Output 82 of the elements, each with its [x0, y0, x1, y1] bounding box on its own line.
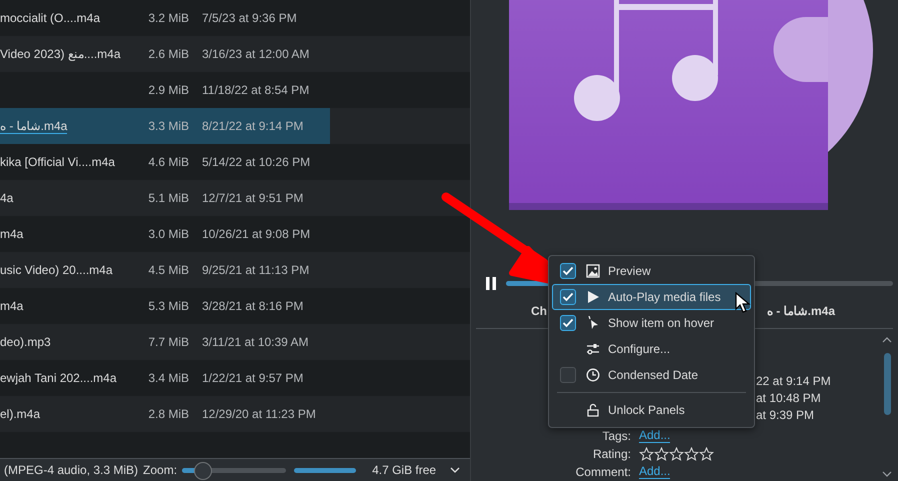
free-space: 4.7 GiB free [372, 463, 436, 477]
file-date: 12/7/21 at 9:51 PM [202, 191, 304, 205]
unlock-icon [586, 403, 600, 417]
date-value: at 10:48 PM [756, 390, 821, 404]
file-date: 5/14/22 at 10:26 PM [202, 155, 310, 169]
mouse-cursor-icon [735, 292, 751, 314]
file-size: 3.4 MiB [147, 371, 189, 385]
zoom-slider[interactable] [182, 462, 286, 478]
file-name: Video 2023) منع....m4a [0, 47, 121, 61]
file-date: 7/5/23 at 9:36 PM [202, 11, 297, 25]
scrollbar[interactable] [881, 337, 893, 477]
date-value: at 9:39 PM [756, 408, 814, 422]
menu-item[interactable]: Unlock Panels [552, 397, 751, 423]
pause-icon[interactable] [485, 276, 497, 290]
file-name: moccialit (O....m4a [0, 11, 100, 25]
file-row[interactable]: 2.9 MiB 11/18/22 at 8:54 PM [0, 72, 330, 108]
star-icon[interactable] [699, 446, 714, 460]
file-title: Ch [531, 304, 547, 318]
file-row[interactable]: moccialit (O....m4a 3.2 MiB 7/5/23 at 9:36 PM [0, 0, 330, 36]
date-value: 22 at 9:14 PM [756, 374, 831, 388]
file-size: 2.8 MiB [147, 407, 189, 421]
menu-item[interactable]: Show item on hover [552, 310, 751, 336]
file-date: 9/25/21 at 11:13 PM [202, 263, 310, 277]
tags-label: Tags: [602, 428, 631, 442]
file-date: 3/28/21 at 8:16 PM [202, 299, 304, 313]
file-size: 3.0 MiB [147, 227, 189, 241]
clock-icon [586, 368, 600, 382]
file-row[interactable]: m4a 5.3 MiB 3/28/21 at 8:16 PM [0, 288, 330, 324]
file-row[interactable]: kika [Official Vi....m4a 4.6 MiB 5/14/22 at 10:26 PM [0, 144, 330, 180]
file-row[interactable]: m4a 3.0 MiB 10/26/21 at 9:08 PM [0, 216, 330, 252]
file-date: 11/18/22 at 8:54 PM [202, 83, 310, 97]
file-name: kika [Official Vi....m4a [0, 155, 115, 169]
file-size: 2.6 MiB [147, 47, 189, 61]
file-name: deo).mp3 [0, 335, 51, 349]
comment-label: Comment: [574, 464, 631, 480]
file-size: 7.7 MiB [147, 335, 189, 349]
checkbox[interactable] [560, 289, 576, 305]
file-name: شاما - ه.m4a [0, 119, 68, 134]
add-comment-link[interactable]: Add... [639, 464, 670, 478]
file-size: 3.3 MiB [147, 119, 189, 133]
checkbox[interactable] [560, 315, 576, 331]
sliders-icon [586, 342, 600, 356]
menu-item[interactable]: Preview [552, 258, 751, 284]
star-icon[interactable] [639, 446, 654, 460]
file-date: 3/16/23 at 12:00 AM [202, 47, 310, 61]
space-bar [294, 468, 356, 472]
file-info: (MPEG-4 audio, 3.3 MiB) [4, 463, 138, 477]
menu-item[interactable]: Auto-Play media files [552, 284, 751, 310]
file-name: 4a [0, 191, 14, 205]
checkbox[interactable] [560, 263, 576, 279]
zoom-label: Zoom: [143, 463, 178, 477]
file-name: m4a [0, 299, 24, 313]
file-size: 3.2 MiB [147, 11, 189, 25]
menu-item[interactable]: Condensed Date [552, 362, 751, 388]
file-date: 10/26/21 at 9:08 PM [202, 227, 310, 241]
file-date: 1/22/21 at 9:57 PM [202, 371, 304, 385]
menu-item[interactable]: Configure... [552, 336, 751, 362]
scroll-up-icon[interactable] [882, 337, 892, 343]
file-size: 4.6 MiB [147, 155, 189, 169]
file-name: el).m4a [0, 407, 40, 421]
file-date: 8/21/22 at 9:14 PM [202, 119, 304, 133]
file-date: 12/29/20 at 11:23 PM [202, 407, 316, 421]
file-title: شاما - ه.m4a [766, 304, 835, 318]
file-size: 5.1 MiB [147, 191, 189, 205]
star-icon[interactable] [684, 446, 699, 460]
star-icon[interactable] [669, 446, 684, 460]
file-size: 2.9 MiB [147, 83, 189, 97]
pointer-icon [586, 316, 600, 330]
play-icon [586, 290, 600, 304]
star-icon[interactable] [654, 446, 669, 460]
scroll-down-icon[interactable] [882, 471, 892, 477]
file-name: m4a [0, 227, 24, 241]
image-icon [586, 264, 600, 278]
file-size: 5.3 MiB [147, 299, 189, 313]
file-name: ewjah Tani 202....m4a [0, 371, 117, 385]
file-size: 4.5 MiB [147, 263, 189, 277]
rating-label: Rating: [592, 446, 631, 462]
file-name: usic Video) 20....m4a [0, 263, 113, 277]
file-row[interactable]: ewjah Tani 202....m4a 3.4 MiB 1/22/21 at 9:57 PM [0, 360, 330, 396]
checkbox[interactable] [560, 367, 576, 383]
chevron-down-icon[interactable] [450, 467, 460, 473]
file-date: 3/11/21 at 10:39 AM [202, 335, 309, 349]
